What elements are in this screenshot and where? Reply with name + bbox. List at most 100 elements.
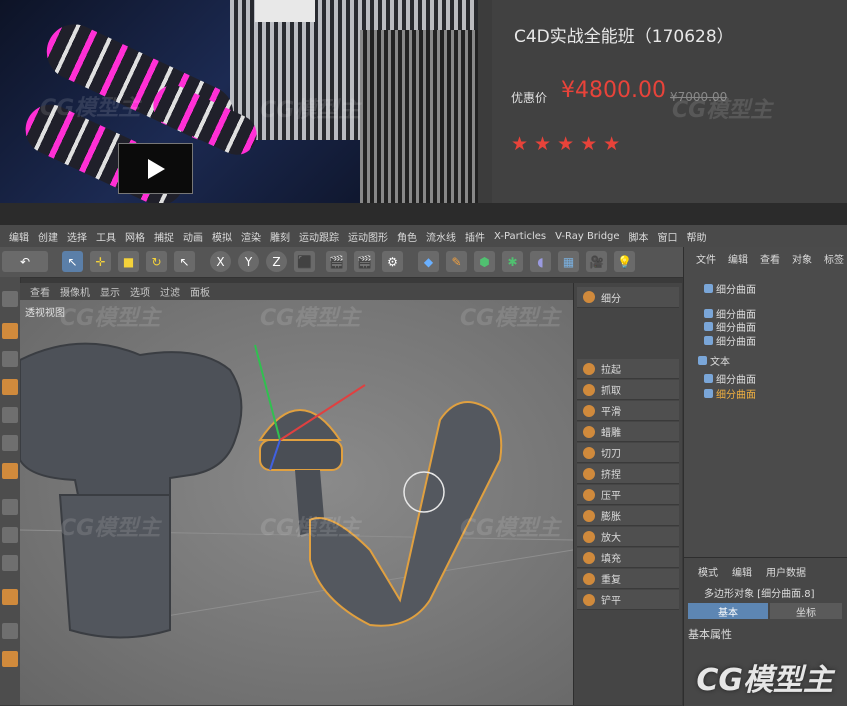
menu-item[interactable]: 雕刻 xyxy=(270,229,290,244)
menu-item[interactable]: 流水线 xyxy=(426,229,456,244)
workplane-icon[interactable] xyxy=(2,379,18,395)
left-tool-strip xyxy=(0,277,21,705)
polygons-mode-icon[interactable] xyxy=(2,463,18,479)
menu-item[interactable]: 工具 xyxy=(96,229,116,244)
attribute-menu-item[interactable]: 编辑 xyxy=(732,564,752,579)
render-settings-icon[interactable]: ⚙ xyxy=(382,251,403,272)
menu-item[interactable]: 运动跟踪 xyxy=(299,229,339,244)
sculpt-tool-item[interactable]: 拉起 xyxy=(577,359,679,379)
menu-item[interactable]: 模拟 xyxy=(212,229,232,244)
object-row-selected[interactable]: 细分曲面 xyxy=(704,386,756,401)
axis-icon[interactable] xyxy=(2,499,18,515)
object-menu-item[interactable]: 文件 xyxy=(696,251,716,269)
sculpt-subdivide-button[interactable]: 细分 xyxy=(577,287,679,308)
attribute-menu-item[interactable]: 用户数据 xyxy=(766,564,806,579)
sculpt-tool-item[interactable]: 膨胀 xyxy=(577,506,679,526)
menu-item[interactable]: V-Ray Bridge xyxy=(555,231,619,242)
move-icon[interactable]: ✛ xyxy=(90,251,111,272)
model-mode-icon[interactable] xyxy=(2,323,18,339)
menu-item[interactable]: 脚本 xyxy=(629,229,649,244)
last-tool-icon[interactable]: ↖ xyxy=(174,251,195,272)
coordinate-system-icon[interactable]: ⬛ xyxy=(294,251,315,272)
make-editable-icon[interactable] xyxy=(2,291,18,307)
play-button[interactable] xyxy=(118,143,193,194)
viewport-menu-item[interactable]: 选项 xyxy=(130,284,150,299)
viewport-menu-item[interactable]: 摄像机 xyxy=(60,284,90,299)
object-menu-item[interactable]: 查看 xyxy=(760,251,780,269)
viewport-menu-item[interactable]: 显示 xyxy=(100,284,120,299)
menu-item[interactable]: 渲染 xyxy=(241,229,261,244)
y-axis-button[interactable]: Y xyxy=(238,251,259,272)
tab-basic[interactable]: 基本 xyxy=(688,603,768,619)
light-icon[interactable]: 💡 xyxy=(614,251,635,272)
sculpt-brush-icon xyxy=(583,404,595,417)
subdivision-surface-icon xyxy=(704,321,713,331)
floor-icon[interactable]: ▦ xyxy=(558,251,579,272)
menu-item[interactable]: 创建 xyxy=(38,229,58,244)
attribute-menu-item[interactable]: 模式 xyxy=(698,564,718,579)
texture-mode-icon[interactable] xyxy=(2,351,18,367)
menu-item[interactable]: 动画 xyxy=(183,229,203,244)
sculpt-tool-item[interactable]: 铲平 xyxy=(577,590,679,610)
object-row[interactable]: 细分曲面 xyxy=(704,371,756,386)
attribute-manager-menu: 模式 编辑 用户数据 xyxy=(684,564,806,579)
subdivision-icon[interactable]: ⬢ xyxy=(474,251,495,272)
viewport-menu-item[interactable]: 过滤 xyxy=(160,284,180,299)
viewport-menu-item[interactable]: 查看 xyxy=(30,284,50,299)
render-icon[interactable]: 🎬 xyxy=(354,251,375,272)
object-menu-item[interactable]: 标签 xyxy=(824,251,844,269)
video-preview[interactable]: CG模型主 CG模型主 xyxy=(0,0,478,203)
edges-mode-icon[interactable] xyxy=(2,435,18,451)
course-title[interactable]: C4D实战全能班（170628） xyxy=(514,22,734,47)
object-menu-item[interactable]: 编辑 xyxy=(728,251,748,269)
scale-icon[interactable]: ■ xyxy=(118,251,139,272)
spline-pen-icon[interactable]: ✎ xyxy=(446,251,467,272)
points-mode-icon[interactable] xyxy=(2,407,18,423)
sculpt-tool-item[interactable]: 填充 xyxy=(577,548,679,568)
render-view-icon[interactable]: 🎬 xyxy=(326,251,347,272)
object-row[interactable]: 文本 xyxy=(698,353,730,368)
menu-item[interactable]: 网格 xyxy=(125,229,145,244)
menu-item[interactable]: 编辑 xyxy=(9,229,29,244)
object-row[interactable]: 细分曲面 xyxy=(704,319,756,334)
tweak-icon[interactable] xyxy=(2,527,18,543)
menu-item[interactable]: 窗口 xyxy=(658,229,678,244)
menu-item[interactable]: X-Particles xyxy=(494,231,546,242)
undo-icon[interactable]: ↶ xyxy=(2,251,48,272)
camera-icon[interactable]: 🎥 xyxy=(586,251,607,272)
cube-icon[interactable]: ◆ xyxy=(418,251,439,272)
deformer-icon[interactable]: ◖ xyxy=(530,251,551,272)
object-menu-item[interactable]: 对象 xyxy=(792,251,812,269)
menu-item[interactable]: 插件 xyxy=(465,229,485,244)
separator xyxy=(0,203,847,225)
lock-icon[interactable] xyxy=(2,651,18,667)
tab-coordinates[interactable]: 坐标 xyxy=(770,603,842,619)
select-arrow-icon[interactable]: ↖ xyxy=(62,251,83,272)
snap-icon[interactable] xyxy=(2,555,18,571)
menu-item[interactable]: 帮助 xyxy=(687,229,707,244)
sculpt-tool-item[interactable]: 抓取 xyxy=(577,380,679,400)
z-axis-button[interactable]: Z xyxy=(266,251,287,272)
sculpt-tool-item[interactable]: 切刀 xyxy=(577,443,679,463)
sculpt-tool-item[interactable]: 挤捏 xyxy=(577,464,679,484)
grid-icon[interactable] xyxy=(2,623,18,639)
object-row[interactable]: 细分曲面 xyxy=(704,333,756,348)
rotate-icon[interactable]: ↻ xyxy=(146,251,167,272)
sculpt-tool-item[interactable]: 平滑 xyxy=(577,401,679,421)
sculpt-tool-item[interactable]: 放大 xyxy=(577,527,679,547)
sculpt-brush-icon xyxy=(583,572,595,585)
cloner-icon[interactable]: ✱ xyxy=(502,251,523,272)
menu-item[interactable]: 选择 xyxy=(67,229,87,244)
menu-item[interactable]: 运动图形 xyxy=(348,229,388,244)
viewport-menu-item[interactable]: 面板 xyxy=(190,284,210,299)
magnet-icon[interactable] xyxy=(2,589,18,605)
object-row[interactable]: 细分曲面 xyxy=(704,281,756,296)
sculpt-brush-icon xyxy=(583,551,595,564)
3d-viewport[interactable]: 透视视图 CG模型主 CG模型主 CG模型主 CG模型主 CG模型主 CG模型主 xyxy=(20,300,573,705)
x-axis-button[interactable]: X xyxy=(210,251,231,272)
sculpt-tool-item[interactable]: 重复 xyxy=(577,569,679,589)
menu-item[interactable]: 捕捉 xyxy=(154,229,174,244)
sculpt-tool-item[interactable]: 压平 xyxy=(577,485,679,505)
sculpt-tool-item[interactable]: 蜡雕 xyxy=(577,422,679,442)
menu-item[interactable]: 角色 xyxy=(397,229,417,244)
